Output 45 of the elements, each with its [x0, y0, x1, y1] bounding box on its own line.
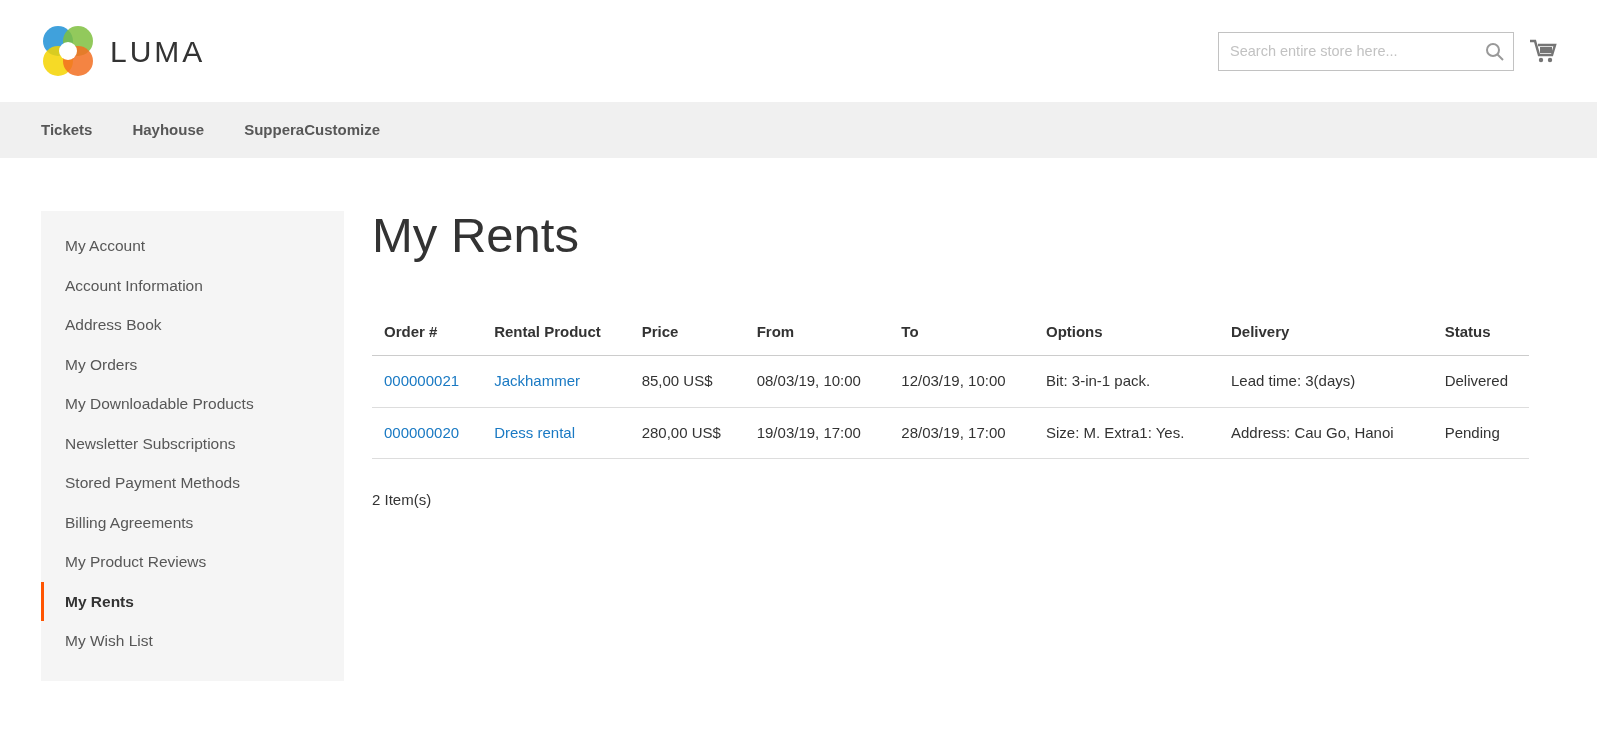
- column-header: Rental Product: [482, 308, 630, 356]
- logo-text[interactable]: LUMA: [110, 28, 206, 74]
- table-cell: Address: Cau Go, Hanoi: [1219, 407, 1433, 459]
- table-cell: 28/03/19, 17:00: [889, 407, 1034, 459]
- sidebar-item[interactable]: My Rents: [41, 581, 344, 621]
- column-header: Status: [1432, 308, 1529, 356]
- nav-link[interactable]: Tickets: [41, 118, 93, 142]
- column-header: Order #: [372, 308, 483, 356]
- table-cell: Lead time: 3(days): [1219, 355, 1433, 408]
- table-cell: Delivered: [1432, 355, 1529, 408]
- table-cell: 85,00 US$: [629, 355, 745, 408]
- table-cell: 19/03/19, 17:00: [744, 407, 890, 459]
- column-header: Price: [629, 308, 745, 356]
- product-link[interactable]: Dress rental: [494, 423, 575, 441]
- sidebar-item[interactable]: Stored Payment Methods: [41, 463, 344, 503]
- page-title: My Rents: [372, 207, 580, 264]
- table-cell: Pending: [1432, 407, 1529, 459]
- column-header: From: [744, 308, 890, 356]
- column-header: Options: [1033, 308, 1219, 356]
- sidebar-item[interactable]: Address Book: [41, 305, 344, 345]
- item-count: 2 Item(s): [372, 490, 433, 511]
- table-cell: 08/03/19, 10:00: [744, 355, 890, 408]
- nav-link[interactable]: Hayhouse: [132, 118, 205, 142]
- search-field[interactable]: Search entire store here...: [1218, 31, 1514, 71]
- logo-icon[interactable]: [42, 25, 94, 77]
- sidebar-item[interactable]: My Orders: [41, 344, 344, 384]
- order-link[interactable]: 000000021: [384, 372, 460, 390]
- sidebar-item[interactable]: Newsletter Subscriptions: [41, 423, 344, 463]
- sidebar-item[interactable]: My Account: [41, 226, 344, 266]
- sidebar-item[interactable]: My Wish List: [41, 621, 344, 661]
- sidebar-item[interactable]: Billing Agreements: [41, 502, 344, 542]
- cart-icon[interactable]: [1530, 38, 1557, 64]
- table-cell: Bit: 3-in-1 pack.: [1033, 355, 1219, 408]
- column-header: To: [889, 308, 1034, 356]
- table-cell: 280,00 US$: [629, 407, 745, 459]
- table-cell: Size: M. Extra1: Yes.: [1033, 407, 1219, 459]
- sidebar-item[interactable]: My Product Reviews: [41, 542, 344, 582]
- product-link[interactable]: Jackhammer: [494, 372, 580, 390]
- search-icon[interactable]: [1485, 41, 1504, 61]
- order-link[interactable]: 000000020: [384, 423, 460, 441]
- sidebar-item[interactable]: Account Information: [41, 265, 344, 305]
- table-cell: 12/03/19, 10:00: [889, 355, 1034, 408]
- sidebar-item[interactable]: My Downloadable Products: [41, 384, 344, 424]
- column-header: Delivery: [1219, 308, 1433, 356]
- nav-link[interactable]: SupperaCustomize: [244, 118, 380, 142]
